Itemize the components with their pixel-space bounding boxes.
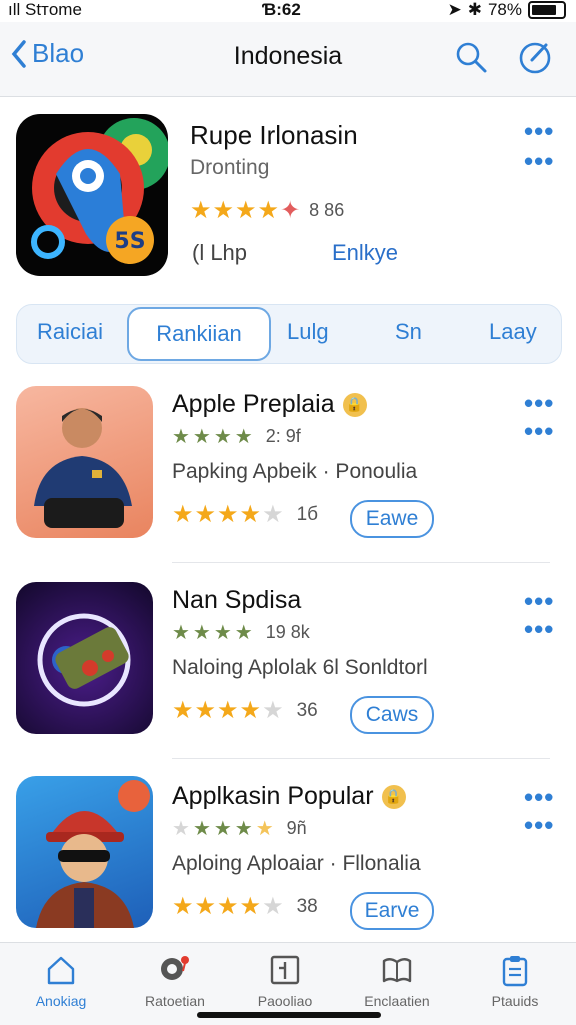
more-icon[interactable]: ••• — [524, 588, 554, 614]
rating-stars: ★★★★ — [172, 426, 256, 448]
battery-icon — [528, 1, 566, 19]
hero-rating: ★★★★✦ 8 86 — [190, 196, 344, 225]
clipboard-icon — [502, 956, 528, 987]
tab-bar-item-apps[interactable]: Paooliao — [230, 953, 340, 1009]
bluetooth-icon: ✱ — [467, 0, 482, 19]
rating-stars: ★★★★ — [172, 622, 256, 644]
rating-value: 36 — [296, 699, 318, 721]
book-icon — [382, 958, 412, 983]
rating-stars: ★★★★★ — [172, 893, 285, 920]
tab-item[interactable]: Raiciai — [37, 319, 103, 345]
clock: Ɓ:62 — [262, 0, 301, 19]
more-icon[interactable]: ••• — [524, 418, 554, 444]
more-icon[interactable]: ••• — [524, 148, 554, 174]
svg-text:5S: 5S — [114, 229, 145, 254]
app-rating-small: ★★★★★ 9ñ — [172, 816, 307, 841]
tab-bar-label: Paooliao — [257, 993, 313, 1009]
more-icon[interactable]: ••• — [524, 784, 554, 810]
rating-small-value: 19 8k — [265, 622, 310, 642]
app-rating-small: ★★★★ 2: 9f — [172, 424, 301, 449]
battery-label: 78% — [487, 0, 522, 19]
rating-stars: ★★★★★ — [172, 697, 285, 724]
hero-app-icon[interactable]: 5S — [16, 114, 168, 276]
app-rating: ★★★★★ 38 — [172, 892, 318, 921]
tab-bar-label: Ratoetian — [145, 993, 205, 1009]
carrier-label: ıll Stтome — [8, 0, 82, 19]
nav-bar: Blao Indonesia — [0, 22, 576, 97]
rating-value: 1б — [296, 503, 319, 525]
location-icon: ➤ — [447, 0, 462, 19]
app-icon[interactable] — [16, 386, 153, 538]
app-title-text: Nan Spdisa — [172, 586, 302, 614]
more-icon[interactable]: ••• — [524, 616, 554, 642]
rating-small-value: 2: 9f — [265, 426, 301, 446]
app-rating-small: ★★★★ 19 8k — [172, 620, 310, 645]
tab-bar-item-updates[interactable]: Ptauids — [460, 953, 570, 1009]
app-description: Papking Apbeik · Ponoulia — [172, 460, 418, 483]
more-icon[interactable]: ••• — [524, 118, 554, 144]
grid-icon — [270, 955, 300, 985]
home-indicator — [197, 1012, 381, 1018]
app-rating: ★★★★★ 36 — [172, 696, 318, 725]
rating-small-value: 9ñ — [286, 818, 307, 838]
get-button[interactable]: Eawe — [350, 500, 434, 538]
tab-item[interactable]: Lulg — [287, 319, 329, 345]
hero-app-title: Rupe Irlonasin — [190, 120, 358, 150]
app-description: Naloing Aplolak 6l Sonldtorl — [172, 656, 428, 679]
hero-rating-value: 8 86 — [309, 200, 345, 220]
get-button[interactable]: Caws — [350, 696, 434, 734]
home-icon — [47, 956, 75, 985]
search-icon[interactable] — [454, 40, 488, 74]
tab-item[interactable]: Sn — [395, 319, 422, 345]
tab-bar-label: Ptauids — [491, 993, 539, 1009]
tab-bar-item-home[interactable]: Anokiag — [6, 953, 116, 1009]
app-title-text: Applkasin Popular — [172, 782, 374, 810]
rating-stars: ★★★★✦ — [190, 197, 302, 224]
compose-icon[interactable] — [518, 40, 552, 74]
tab-bar-label: Anokiag — [35, 993, 87, 1009]
more-icon[interactable]: ••• — [524, 812, 554, 838]
divider — [172, 758, 550, 759]
app-title: Applkasin Popular 🔒 — [172, 782, 406, 811]
app-icon[interactable] — [16, 582, 153, 734]
status-bar: ıll Stтome Ɓ:62 ➤ ✱ 78% — [0, 0, 576, 20]
app-title: Apple Preplaia 🔒 — [172, 390, 367, 419]
app-icon[interactable] — [16, 776, 153, 928]
divider — [172, 562, 550, 563]
map-pin-icon — [161, 956, 189, 980]
rating-stars: ★★★★★ — [172, 501, 285, 528]
tab-item[interactable]: Laay — [489, 319, 537, 345]
tab-bar-label: Enclaatien — [364, 993, 430, 1009]
page-title: Indonesia — [233, 42, 343, 70]
get-button[interactable]: Earve — [350, 892, 434, 930]
more-icon[interactable]: ••• — [524, 390, 554, 416]
tab-bar-item-ratings[interactable]: Ratoetian — [120, 953, 230, 1009]
app-rating: ★★★★★ 1б — [172, 500, 318, 529]
hero-app-subtitle: Dronting — [190, 156, 270, 179]
app-title: Nan Spdisa — [172, 586, 301, 615]
category-tabs: Raiciai Rankiian Lulg Sn Laay — [16, 304, 562, 364]
app-description: Aploing Aploaiar · Fllonalia — [172, 852, 421, 875]
tab-bar-item-education[interactable]: Enclaatien — [342, 953, 452, 1009]
hero-secondary-link[interactable]: (l Lhp — [192, 240, 247, 266]
app-title-text: Apple Preplaia — [172, 390, 335, 418]
lock-icon: 🔒 — [342, 392, 367, 417]
rating-value: 38 — [296, 895, 318, 917]
status-right: ➤ ✱ 78% — [447, 0, 566, 20]
lock-icon: 🔒 — [381, 784, 406, 809]
hero-primary-link[interactable]: Enlkye — [332, 240, 398, 266]
rating-stars: ★★★★★ — [172, 818, 277, 840]
tab-item-active[interactable]: Rankiian — [127, 307, 271, 361]
